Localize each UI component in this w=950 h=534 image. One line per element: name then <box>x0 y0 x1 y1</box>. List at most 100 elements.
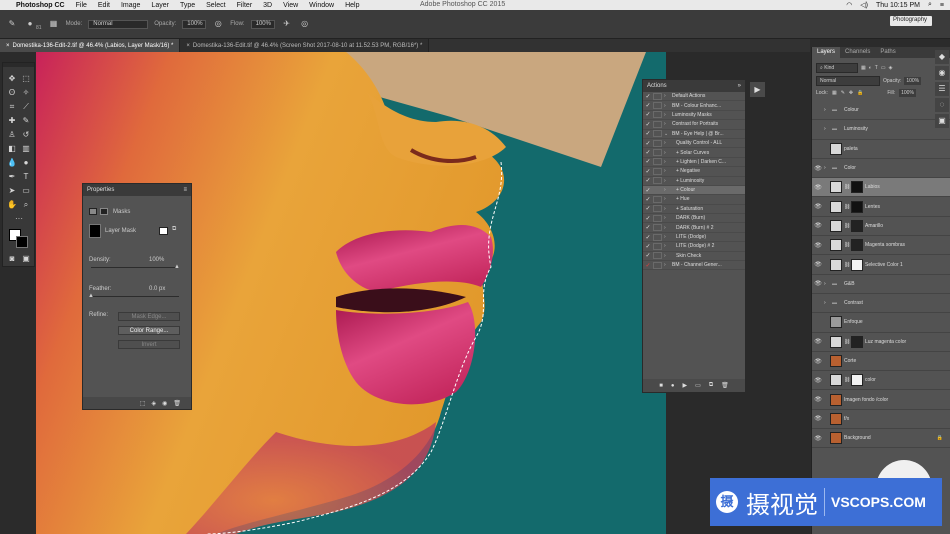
layer-thumbnail[interactable] <box>830 412 842 425</box>
pressure-opacity-icon[interactable]: ◎ <box>212 19 224 29</box>
select-pixel-mask-icon[interactable] <box>159 227 168 235</box>
panel-menu-icon[interactable]: ≡ <box>183 187 187 193</box>
action-check-icon[interactable]: ✓ <box>643 158 653 165</box>
action-check-icon[interactable]: ✓ <box>643 111 653 118</box>
layer-thumbnail[interactable] <box>830 393 842 406</box>
stop-icon[interactable]: ■ <box>659 383 663 389</box>
layer-row[interactable]: 👁 Background 🔒 <box>812 429 950 449</box>
layer-row[interactable]: 👁 Corte <box>812 352 950 372</box>
action-row[interactable]: ✓ › LITE (Dodge) <box>643 233 745 243</box>
layer-row[interactable]: 👁 › ▬ G&B <box>812 275 950 294</box>
action-row[interactable]: ✓ › + Saturation <box>643 205 745 215</box>
filter-shape-icon[interactable]: ▭ <box>881 65 886 71</box>
layer-name[interactable]: Contrast <box>844 300 863 306</box>
action-dialog-toggle[interactable] <box>653 92 662 100</box>
layer-row[interactable]: 👁 ⛓ Magenta sombras <box>812 236 950 256</box>
adjustment-icon[interactable] <box>830 200 842 213</box>
link-icon[interactable]: ⛓ <box>844 204 851 210</box>
layer-name[interactable]: Amarillo <box>865 223 883 229</box>
visibility-eye-icon[interactable]: 👁 <box>812 396 824 403</box>
action-expand-icon[interactable]: › <box>664 206 672 212</box>
properties-header[interactable]: Properties ≡ <box>83 184 191 196</box>
workspace-select[interactable]: Photography <box>890 16 932 26</box>
layer-filter-select[interactable]: ⌕ Kind <box>816 63 858 73</box>
action-row[interactable]: ✓ › Luminosity Masks <box>643 111 745 121</box>
layer-row[interactable]: 👁 › ▬ Color <box>812 159 950 179</box>
action-expand-icon[interactable]: › <box>664 215 672 221</box>
fill-field[interactable]: 100% <box>899 89 916 97</box>
layer-name[interactable]: Color <box>844 165 856 171</box>
search-icon[interactable]: ⌕ <box>928 1 932 9</box>
load-selection-icon[interactable]: ⬚ <box>140 400 146 407</box>
layer-thumbnail[interactable] <box>851 374 863 387</box>
lock-position-icon[interactable]: ✥ <box>849 90 853 96</box>
layer-row[interactable]: › ▬ Colour <box>812 101 950 121</box>
action-row[interactable]: ✓ › LITE (Dodge) # 2 <box>643 242 745 252</box>
action-expand-icon[interactable]: › <box>664 159 672 165</box>
history-brush-tool-icon[interactable]: ↺ <box>20 129 32 140</box>
action-expand-icon[interactable]: › <box>664 243 672 249</box>
layer-name[interactable]: color <box>865 377 876 383</box>
action-dialog-toggle[interactable] <box>653 177 662 185</box>
filter-smart-icon[interactable]: ◈ <box>889 65 893 71</box>
action-expand-icon[interactable]: › <box>664 253 672 259</box>
layer-thumbnail[interactable] <box>830 432 842 445</box>
clock[interactable]: Thu 10:15 PM <box>876 2 920 9</box>
layer-row[interactable]: 👁 Imagen fondo /color <box>812 391 950 410</box>
action-expand-icon[interactable]: › <box>664 178 672 184</box>
layer-row[interactable]: › ▬ Luminosity <box>812 120 950 140</box>
menu-list-icon[interactable]: ≡ <box>940 2 944 9</box>
action-row[interactable]: ✓ › + Hue <box>643 195 745 205</box>
adjustment-icon[interactable] <box>830 181 842 194</box>
delete-action-icon[interactable]: 🗑 <box>721 382 729 389</box>
action-row[interactable]: ✓ › Default Actions <box>643 92 745 102</box>
visibility-eye-icon[interactable]: 👁 <box>812 261 824 268</box>
gradient-tool-icon[interactable]: ▥ <box>20 143 32 154</box>
action-check-icon[interactable]: ✓ <box>643 140 653 147</box>
menu-help[interactable]: Help <box>345 2 359 9</box>
action-check-icon[interactable]: ✓ <box>643 187 653 194</box>
action-expand-icon[interactable]: ⌄ <box>664 131 672 137</box>
layer-name[interactable]: Luminosity <box>844 126 868 132</box>
group-expand-icon[interactable]: › <box>824 300 832 306</box>
adjustment-icon[interactable] <box>830 219 842 232</box>
density-slider[interactable] <box>91 267 179 268</box>
menu-edit[interactable]: Edit <box>98 2 110 9</box>
lock-all-icon[interactable]: 🔒 <box>857 90 863 96</box>
menu-filter[interactable]: Filter <box>237 2 253 9</box>
menu-type[interactable]: Type <box>180 2 195 9</box>
quick-select-tool-icon[interactable]: ✧ <box>20 87 32 98</box>
layer-name[interactable]: f/x <box>844 416 849 422</box>
adjustment-icon[interactable] <box>830 239 842 252</box>
action-dialog-toggle[interactable] <box>653 111 662 119</box>
layer-name[interactable]: Labios <box>865 184 880 190</box>
layer-opacity-field[interactable]: 100% <box>904 77 922 85</box>
tab-paths[interactable]: Paths <box>875 47 900 58</box>
layer-name[interactable]: Luz magenta color <box>865 339 906 345</box>
menu-3d[interactable]: 3D <box>263 2 272 9</box>
tools-grip[interactable] <box>3 63 34 67</box>
lasso-tool-icon[interactable]: ʘ <box>6 87 18 98</box>
shape-tool-icon[interactable]: ▭ <box>20 185 32 196</box>
visibility-eye-icon[interactable]: 👁 <box>812 165 824 172</box>
layer-row[interactable]: 👁 ⛓ Luz magenta color <box>812 333 950 352</box>
adjustment-icon[interactable] <box>830 258 842 271</box>
lock-pixels-icon[interactable]: ▦ <box>832 90 837 96</box>
layer-row[interactable]: paleta <box>812 140 950 159</box>
pixel-mask-icon[interactable] <box>89 208 97 215</box>
visibility-eye-icon[interactable]: 👁 <box>812 415 824 422</box>
link-icon[interactable]: ⛓ <box>844 262 851 268</box>
action-dialog-toggle[interactable] <box>653 158 662 166</box>
panel-mini-icon-5[interactable]: ▣ <box>935 114 949 128</box>
filter-pixel-icon[interactable]: ▦ <box>861 65 866 71</box>
zoom-tool-icon[interactable]: ⌕ <box>20 199 32 210</box>
flow-field[interactable]: 100% <box>250 19 275 29</box>
pressure-size-icon[interactable]: ◎ <box>299 19 311 29</box>
link-icon[interactable]: ⛓ <box>844 377 851 383</box>
vector-mask-icon[interactable] <box>100 208 108 215</box>
visibility-eye-icon[interactable]: 👁 <box>812 377 824 384</box>
action-check-icon[interactable]: ✓ <box>643 168 653 175</box>
panel-mini-icon-4[interactable]: ◌ <box>935 98 949 112</box>
play-icon[interactable]: ▶ <box>683 382 688 389</box>
action-check-icon[interactable]: ✓ <box>643 262 653 269</box>
